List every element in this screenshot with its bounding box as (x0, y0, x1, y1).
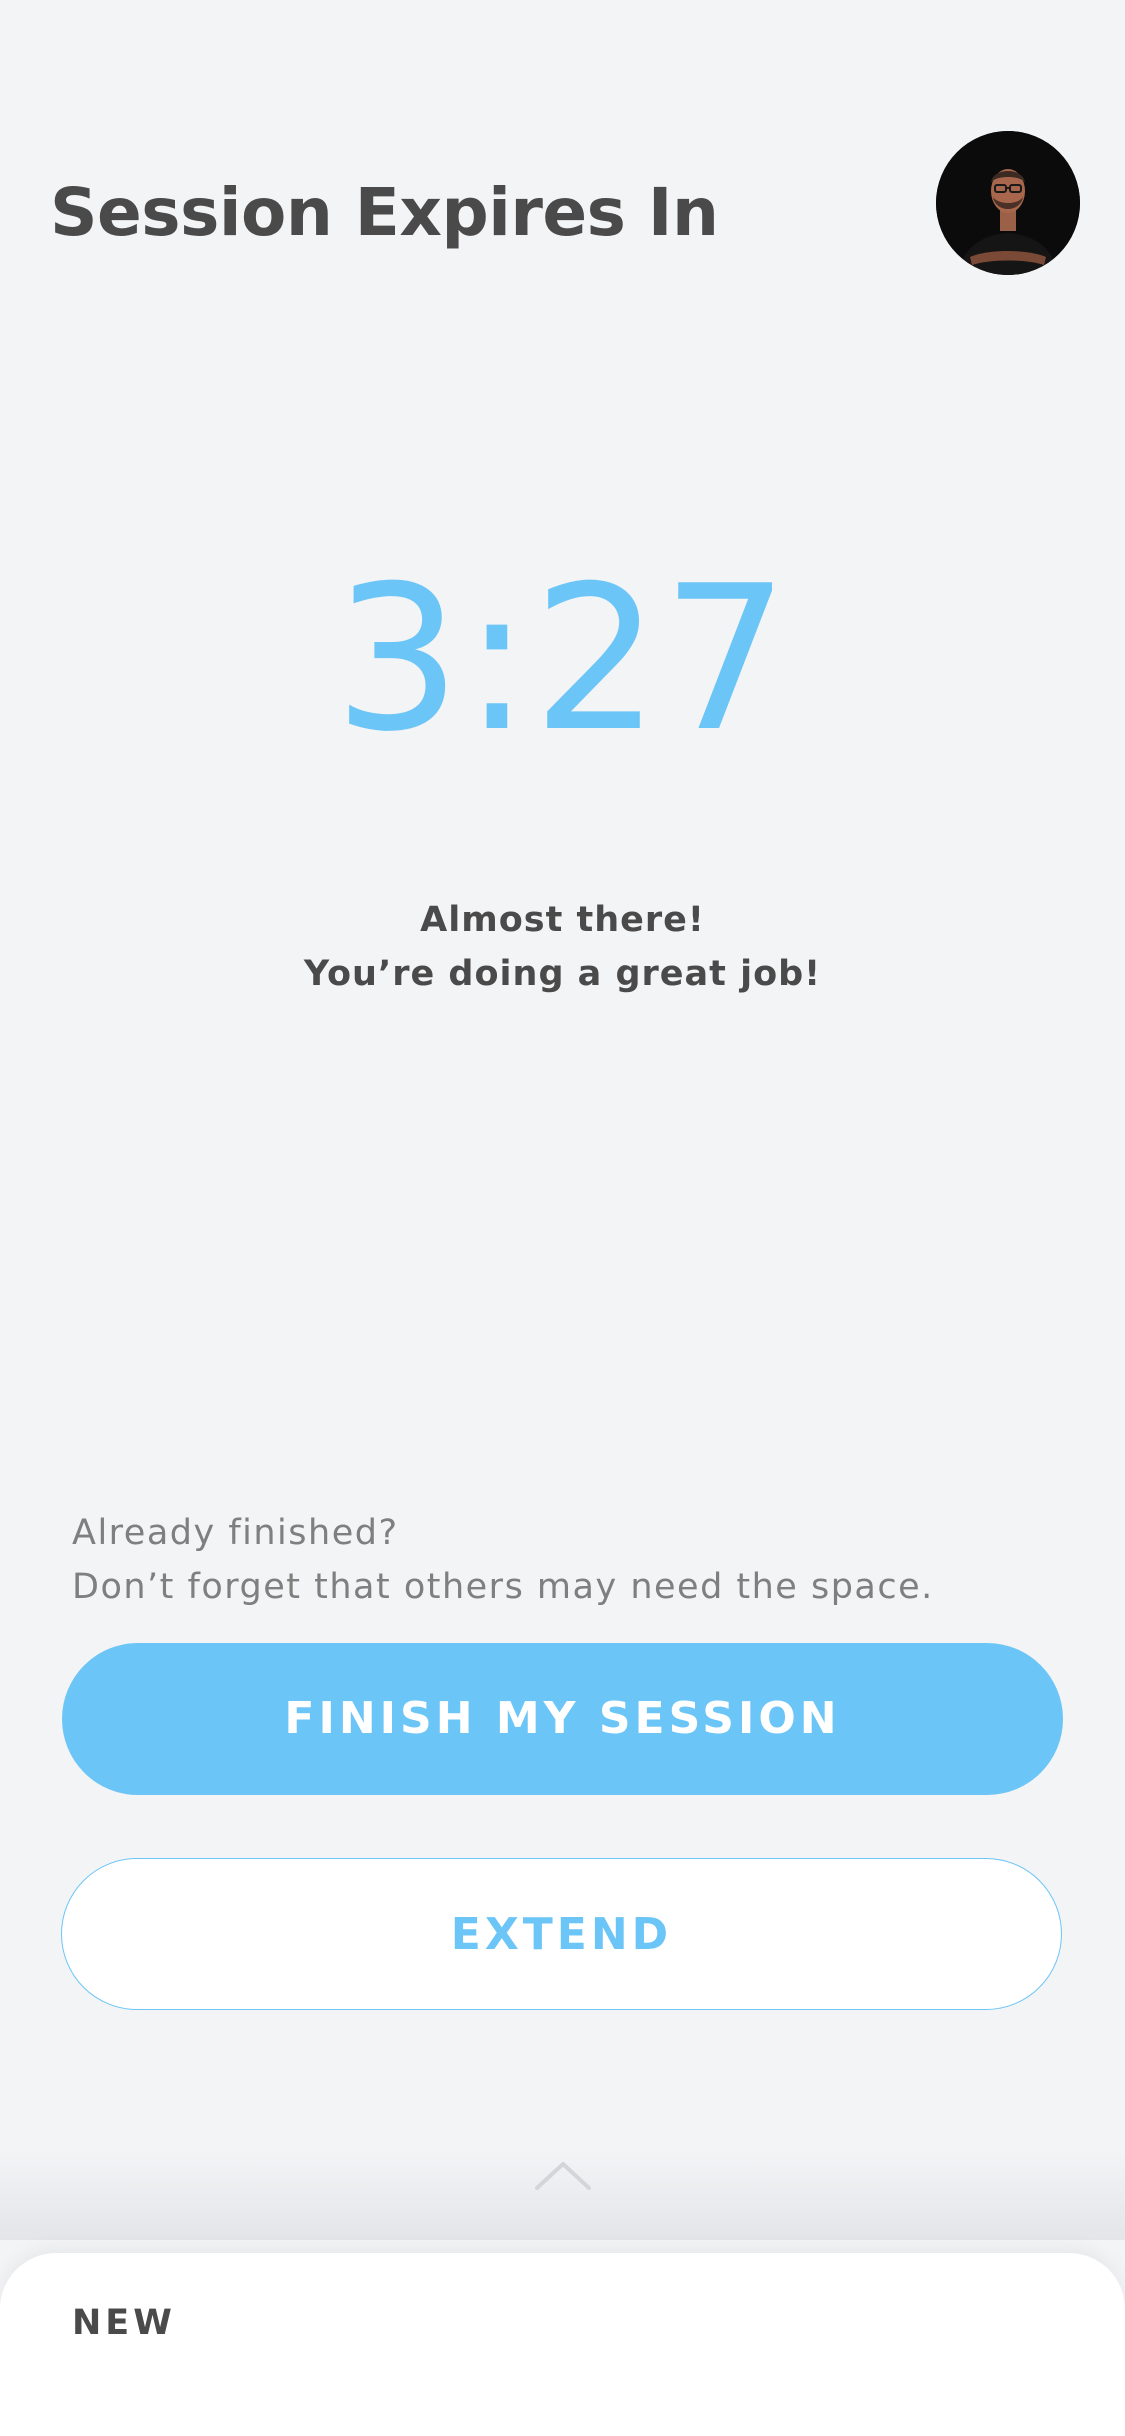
bottom-sheet[interactable]: NEW (0, 2253, 1125, 2436)
bottom-sheet-label: NEW (72, 2303, 176, 2343)
chevron-up-icon[interactable] (535, 2160, 591, 2190)
avatar[interactable] (936, 131, 1080, 275)
countdown-timer: 3:27 (333, 543, 792, 776)
finish-hint-line-1: Already finished? (72, 1513, 399, 1553)
encouragement-message: Almost there! You’re doing a great job! (0, 893, 1125, 1001)
avatar-photo (936, 131, 1080, 275)
finish-hint: Already finished? Don’t forget that othe… (72, 1506, 934, 1614)
encouragement-line-2: You’re doing a great job! (303, 954, 822, 994)
encouragement-line-1: Almost there! (420, 900, 705, 940)
session-screen: Session Expires In 3:27 Almost there! Yo… (0, 0, 1125, 2436)
finish-session-button[interactable]: FINISH MY SESSION (62, 1643, 1063, 1795)
page-title: Session Expires In (50, 174, 719, 251)
finish-hint-line-2: Don’t forget that others may need the sp… (72, 1567, 934, 1607)
extend-button[interactable]: EXTEND (61, 1858, 1062, 2010)
